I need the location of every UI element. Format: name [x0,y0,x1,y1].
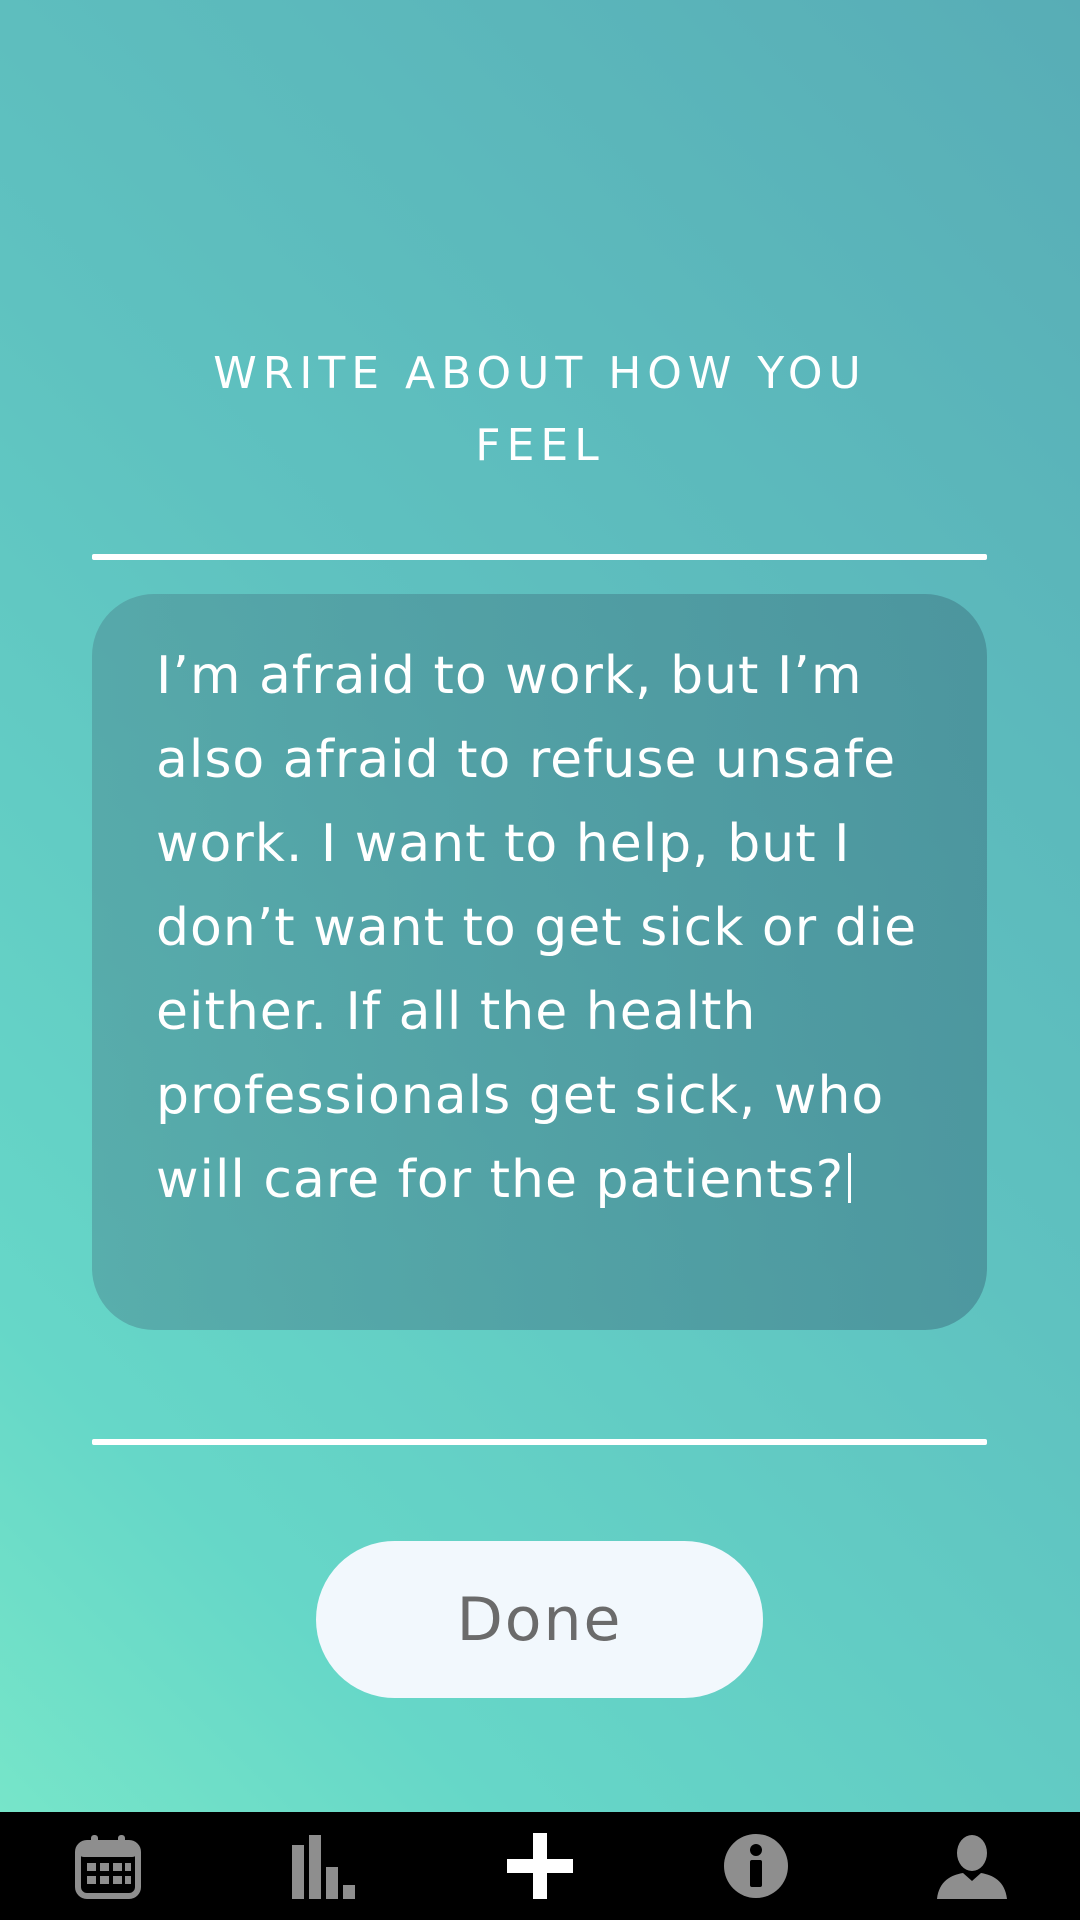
bar-chart-icon [292,1835,355,1899]
prompt-title-line-1: WRITE ABOUT HOW YOU [213,348,867,399]
journal-entry-value: I’m afraid to work, but I’m also afraid … [156,646,918,1210]
tab-profile[interactable] [912,1816,1032,1916]
done-button[interactable]: Done [316,1541,763,1698]
prompt-title-line-2: FEEL [475,420,605,471]
info-icon [724,1834,788,1898]
tab-stats[interactable] [264,1816,384,1916]
person-icon [937,1835,1007,1899]
calendar-icon [75,1835,141,1899]
tab-calendar[interactable] [48,1816,168,1916]
journal-entry-field[interactable]: I’m afraid to work, but I’m also afraid … [92,594,987,1330]
tab-bar [0,1812,1080,1920]
tab-add[interactable] [480,1816,600,1916]
bottom-divider [92,1439,987,1445]
text-cursor [848,1153,852,1203]
plus-icon [507,1833,573,1899]
tab-info[interactable] [696,1816,816,1916]
journal-screen: WRITE ABOUT HOW YOU FEEL I’m afraid to w… [0,0,1080,1812]
journal-entry-text[interactable]: I’m afraid to work, but I’m also afraid … [156,634,927,1222]
prompt-title: WRITE ABOUT HOW YOU FEEL [140,338,940,482]
top-divider [92,554,987,560]
